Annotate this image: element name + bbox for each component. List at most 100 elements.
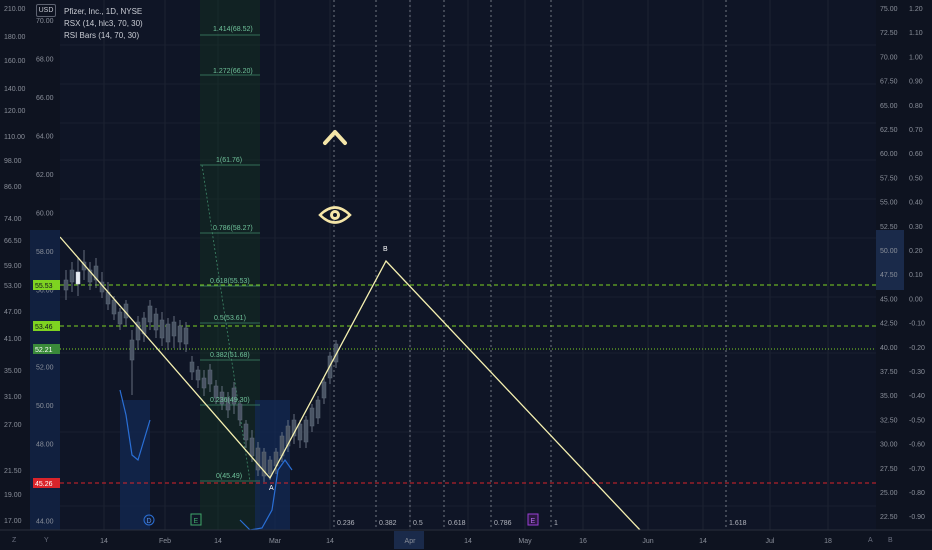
time-axis-label: Mar — [269, 538, 282, 545]
fib-time-label: 0.236 — [337, 520, 355, 527]
zoom-button[interactable]: Z — [12, 537, 16, 544]
time-axis-label: 14 — [464, 538, 472, 545]
right-price-tick: 45.00 — [880, 296, 898, 303]
left-scale-tick: 19.00 — [4, 492, 22, 499]
right-osc-tick: 0.40 — [909, 200, 923, 207]
right-osc-tick: 0.30 — [909, 224, 923, 231]
left-scale-tick: 160.00 — [4, 58, 26, 65]
left-inner-scale-tick: 62.00 — [36, 172, 54, 179]
fib-time-label: 0.786 — [494, 520, 512, 527]
right-osc-tick: 0.50 — [909, 175, 923, 182]
fib-label: 0.382(51.68) — [210, 352, 250, 359]
right-price-tick: 25.00 — [880, 490, 898, 497]
right-price-tick: 47.50 — [880, 272, 898, 279]
symbol-title[interactable]: Pfizer, Inc., 1D, NYSE — [64, 6, 143, 18]
right-price-tick: 32.50 — [880, 417, 898, 424]
price-tag-label: 52.21 — [35, 347, 53, 354]
left-scale-tick: 110.00 — [4, 134, 25, 141]
fib-time-label: 0.5 — [413, 520, 423, 527]
time-axis-label: 14 — [699, 538, 707, 545]
currency-badge[interactable]: USD — [36, 4, 56, 17]
left-scale-tick: 180.00 — [4, 34, 26, 41]
right-price-tick: 55.00 — [880, 200, 898, 207]
right-osc-tick: -0.70 — [909, 466, 925, 473]
fib-label: 0.5(53.61) — [214, 315, 246, 322]
left-scale-tick: 17.00 — [4, 518, 22, 525]
chart-legend[interactable]: Pfizer, Inc., 1D, NYSE RSX (14, hlc3, 70… — [64, 6, 143, 42]
right-osc-tick: 0.90 — [909, 79, 923, 86]
time-axis-label: 14 — [214, 538, 222, 545]
time-axis-label: Jul — [766, 538, 775, 545]
right-osc-tick: 0.80 — [909, 103, 923, 110]
left-scale-tick: 41.00 — [4, 336, 22, 343]
svg-text:D: D — [147, 518, 152, 525]
left-scale-tick: 47.00 — [4, 309, 22, 316]
right-osc-tick: 0.00 — [909, 296, 923, 303]
right-price-tick: 40.00 — [880, 345, 898, 352]
time-axis-label: Feb — [159, 538, 171, 545]
right-osc-tick: -0.40 — [909, 393, 925, 400]
fib-label: 0.618(55.53) — [210, 278, 250, 285]
right-osc-tick: -0.80 — [909, 490, 925, 497]
fib-time-label: 0.382 — [379, 520, 397, 527]
right-osc-tick: -0.30 — [909, 369, 925, 376]
right-osc-tick: -0.20 — [909, 345, 925, 352]
right-price-tick: 67.50 — [880, 79, 898, 86]
fib-label: 0.786(58.27) — [213, 225, 253, 232]
fib-label: 1.414(68.52) — [213, 26, 253, 33]
right-osc-tick: -0.10 — [909, 321, 925, 328]
left-inner-scale-tick: 52.00 — [36, 365, 54, 372]
right-price-tick: 52.50 — [880, 224, 898, 231]
right-price-tick: 37.50 — [880, 369, 898, 376]
fib-label: 1.272(66.20) — [213, 68, 253, 75]
left-scale-tick: 120.00 — [4, 108, 26, 115]
right-price-tick: 30.00 — [880, 442, 898, 449]
right-price-tick: 65.00 — [880, 103, 898, 110]
time-axis-label: May — [518, 538, 532, 545]
price-tag-label: 55.53 — [35, 283, 53, 290]
left-scale-tick: 74.00 — [4, 216, 22, 223]
right-osc-tick: 0.70 — [909, 127, 923, 134]
left-scale-tick: 210.00 — [4, 6, 26, 13]
wave-label-a: A — [269, 485, 274, 492]
left-inner-scale-tick: 50.00 — [36, 403, 54, 410]
right-osc-tick: 0.60 — [909, 151, 923, 158]
right-price-tick: 70.00 — [880, 54, 898, 61]
time-axis-label: Apr — [405, 538, 417, 545]
right-price-tick: 57.50 — [880, 175, 898, 182]
time-axis-label: 16 — [579, 538, 587, 545]
svg-text:E: E — [531, 518, 536, 525]
fib-time-label: 1 — [554, 520, 558, 527]
left-scale-tick: 31.00 — [4, 394, 22, 401]
right-price-tick: 60.00 — [880, 151, 898, 158]
right-osc-tick: -0.60 — [909, 442, 925, 449]
left-scale-tick: 21.50 — [4, 468, 22, 475]
chart-canvas[interactable]: 1.414(68.52) 1.272(66.20) 1(61.76) 0.786… — [0, 0, 932, 550]
right-osc-tick: -0.50 — [909, 417, 925, 424]
left-inner-scale-tick: 48.00 — [36, 442, 54, 449]
time-axis-label: Jun — [642, 538, 653, 545]
fib-time-label: 0.618 — [448, 520, 466, 527]
scale-y-button[interactable]: Y — [44, 537, 49, 544]
time-axis-label: 18 — [824, 538, 832, 545]
right-price-tick: 42.50 — [880, 321, 898, 328]
left-inner-scale-tick: 66.00 — [36, 95, 54, 102]
fib-label: 1(61.76) — [216, 157, 242, 164]
left-inner-scale-tick: 44.00 — [36, 519, 54, 526]
right-price-tick: 50.00 — [880, 248, 898, 255]
left-scale-tick: 35.00 — [4, 368, 22, 375]
indicator-rsx[interactable]: RSX (14, hlc3, 70, 30) — [64, 18, 143, 30]
indicator-rsi-bars[interactable]: RSI Bars (14, 70, 30) — [64, 30, 143, 42]
left-scale-tick: 59.00 — [4, 263, 22, 270]
left-inner-scale-tick: 70.00 — [36, 18, 54, 25]
fib-time-label: 1.618 — [729, 520, 747, 527]
svg-text:E: E — [194, 518, 199, 525]
right-osc-tick: 1.00 — [909, 54, 923, 61]
left-scale-tick: 66.50 — [4, 238, 22, 245]
left-inner-scale-tick: 60.00 — [36, 211, 54, 218]
event-marker-earnings-upcoming[interactable]: E — [527, 513, 539, 526]
fib-label: 0(45.49) — [216, 473, 242, 480]
right-osc-tick: 0.10 — [909, 272, 923, 279]
scale-b-button[interactable]: B — [888, 537, 893, 544]
auto-scale-button[interactable]: A — [868, 537, 873, 544]
